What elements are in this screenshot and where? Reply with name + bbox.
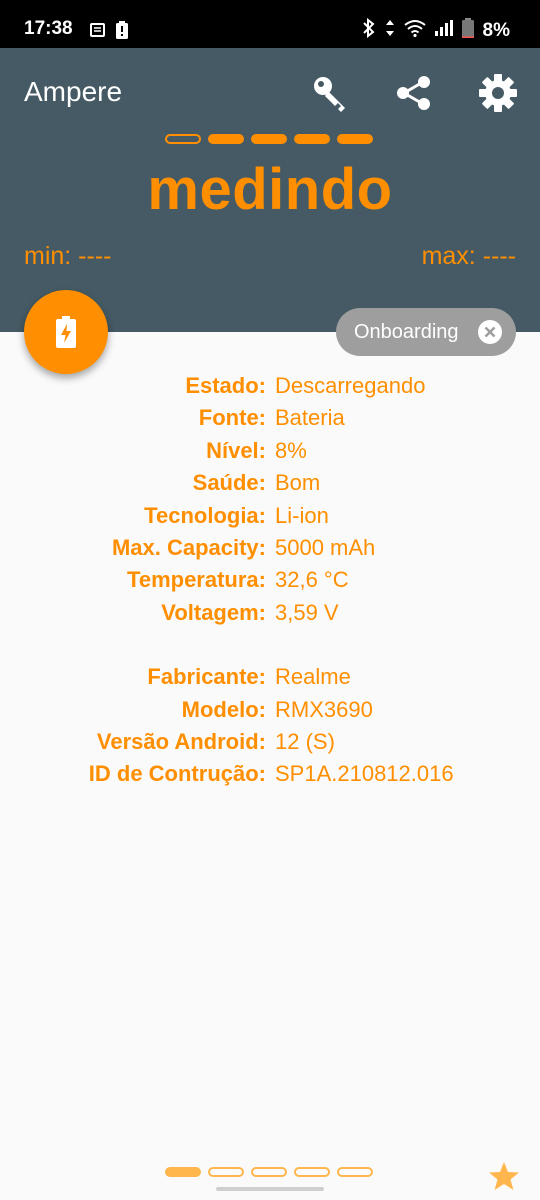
info-label: Fonte:	[198, 405, 266, 431]
info-value: 32,6 °C	[275, 567, 349, 593]
star-icon	[489, 1162, 519, 1190]
screen: 17:38 8% Ampere medindo min: ---- max: -…	[0, 0, 540, 1200]
info-label: Estado:	[185, 373, 266, 398]
info-value: 12 (S)	[275, 728, 335, 754]
info-row: Modelo: RMX3690	[0, 694, 540, 726]
info-row: Temperatura: 32,6 °C	[0, 564, 540, 596]
info-label: Versão Android:	[96, 728, 266, 754]
info-row: Nível: 8%	[0, 435, 540, 467]
info-value: Descarregando	[275, 373, 426, 398]
info-row: Max. Capacity: 5000 mAh	[0, 532, 540, 564]
share-icon	[397, 76, 430, 110]
battery-charging-icon	[56, 316, 76, 348]
bluetooth-icon	[362, 17, 376, 43]
info-label: Saúde:	[192, 470, 266, 496]
info-value: Realme	[275, 664, 351, 690]
news-icon	[90, 22, 106, 43]
wifi-icon	[403, 19, 426, 42]
info-row: Estado: Descarregando	[0, 370, 540, 402]
signal-icon	[434, 20, 453, 41]
info-value: 8%	[275, 437, 307, 463]
app-title: Ampere	[24, 76, 123, 107]
page-dot	[294, 134, 330, 144]
info-label: Tecnologia:	[144, 502, 266, 528]
info-label: Voltagem:	[161, 599, 266, 625]
rate-button[interactable]	[488, 1160, 520, 1197]
key-button[interactable]	[306, 68, 356, 118]
page-dot	[294, 1167, 330, 1177]
info-row: Saúde: Bom	[0, 467, 540, 499]
battery-percent: 8%	[482, 19, 510, 41]
page-dot	[165, 1167, 201, 1177]
info-row: Voltagem: 3,59 V	[0, 597, 540, 629]
page-dot	[208, 134, 244, 144]
info-label: Max. Capacity:	[111, 534, 266, 560]
info-label: Nível:	[206, 437, 266, 463]
info-value: 5000 mAh	[275, 534, 376, 560]
info-row: Tecnologia: Li-ion	[0, 500, 540, 532]
settings-button[interactable]	[473, 68, 523, 118]
max-value: max: ----	[421, 242, 516, 270]
system-icons: 8%	[362, 17, 510, 43]
battery-fab-button[interactable]	[24, 290, 108, 374]
info-label: Fabricante:	[147, 664, 266, 690]
info-label: ID de Contrução:	[88, 761, 266, 787]
info-row: Fonte: Bateria	[0, 402, 540, 434]
page-dot	[208, 1167, 244, 1177]
info-label: Temperatura:	[127, 567, 266, 593]
min-value: min: ----	[24, 242, 112, 270]
info-row: Fabricante: Realme	[0, 661, 540, 693]
info-value: Bom	[275, 470, 321, 496]
info-label: Modelo:	[181, 696, 266, 722]
page-dot	[337, 1167, 373, 1177]
app-header: Ampere medindo min: ---- max: ----	[0, 48, 540, 332]
page-dot	[337, 134, 373, 144]
notification-icons	[90, 21, 128, 44]
info-value: SP1A.210812.016	[275, 761, 454, 787]
battery-alert-icon	[116, 21, 128, 44]
info-value: Li-ion	[275, 502, 329, 528]
page-dot	[251, 134, 287, 144]
key-icon	[314, 77, 345, 112]
info-value: Bateria	[275, 405, 345, 431]
info-value: RMX3690	[275, 696, 373, 722]
measuring-status: medindo	[147, 157, 393, 222]
data-arrows-icon	[385, 18, 395, 43]
page-dot	[251, 1167, 287, 1177]
page-dot	[165, 134, 201, 144]
info-value: 3,59 V	[275, 599, 339, 625]
info-row: Versão Android: 12 (S)	[0, 726, 540, 758]
battery-info-list: Estado: Descarregando Fonte: Bateria Nível: 8…	[0, 370, 540, 791]
onboarding-chip-label: Onboarding	[354, 320, 459, 343]
close-icon[interactable]	[478, 320, 502, 344]
info-row: ID de Contrução: SP1A.210812.016	[0, 758, 540, 790]
onboarding-chip[interactable]: Onboarding	[336, 308, 516, 356]
status-time: 17:38	[24, 18, 73, 39]
page-indicator-bottom	[165, 1167, 373, 1177]
gear-icon	[479, 74, 517, 112]
page-indicator-top	[165, 134, 373, 144]
share-button[interactable]	[389, 68, 439, 118]
home-indicator	[216, 1187, 324, 1191]
battery-icon	[461, 18, 474, 43]
